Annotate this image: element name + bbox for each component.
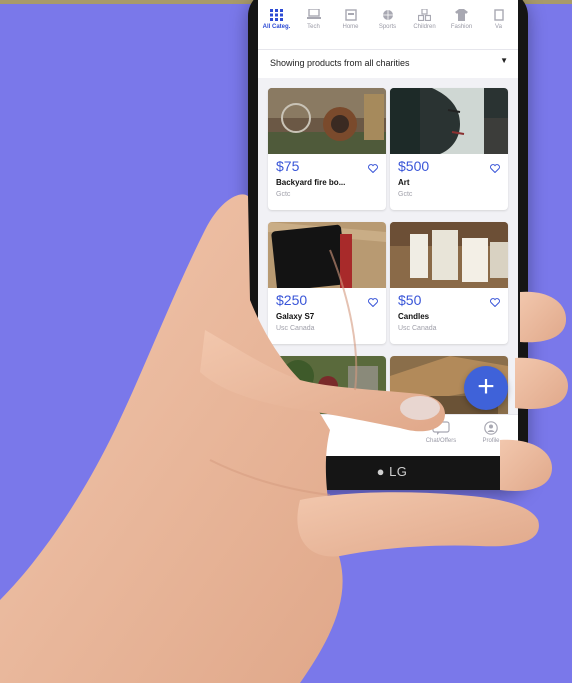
hand (0, 194, 568, 683)
